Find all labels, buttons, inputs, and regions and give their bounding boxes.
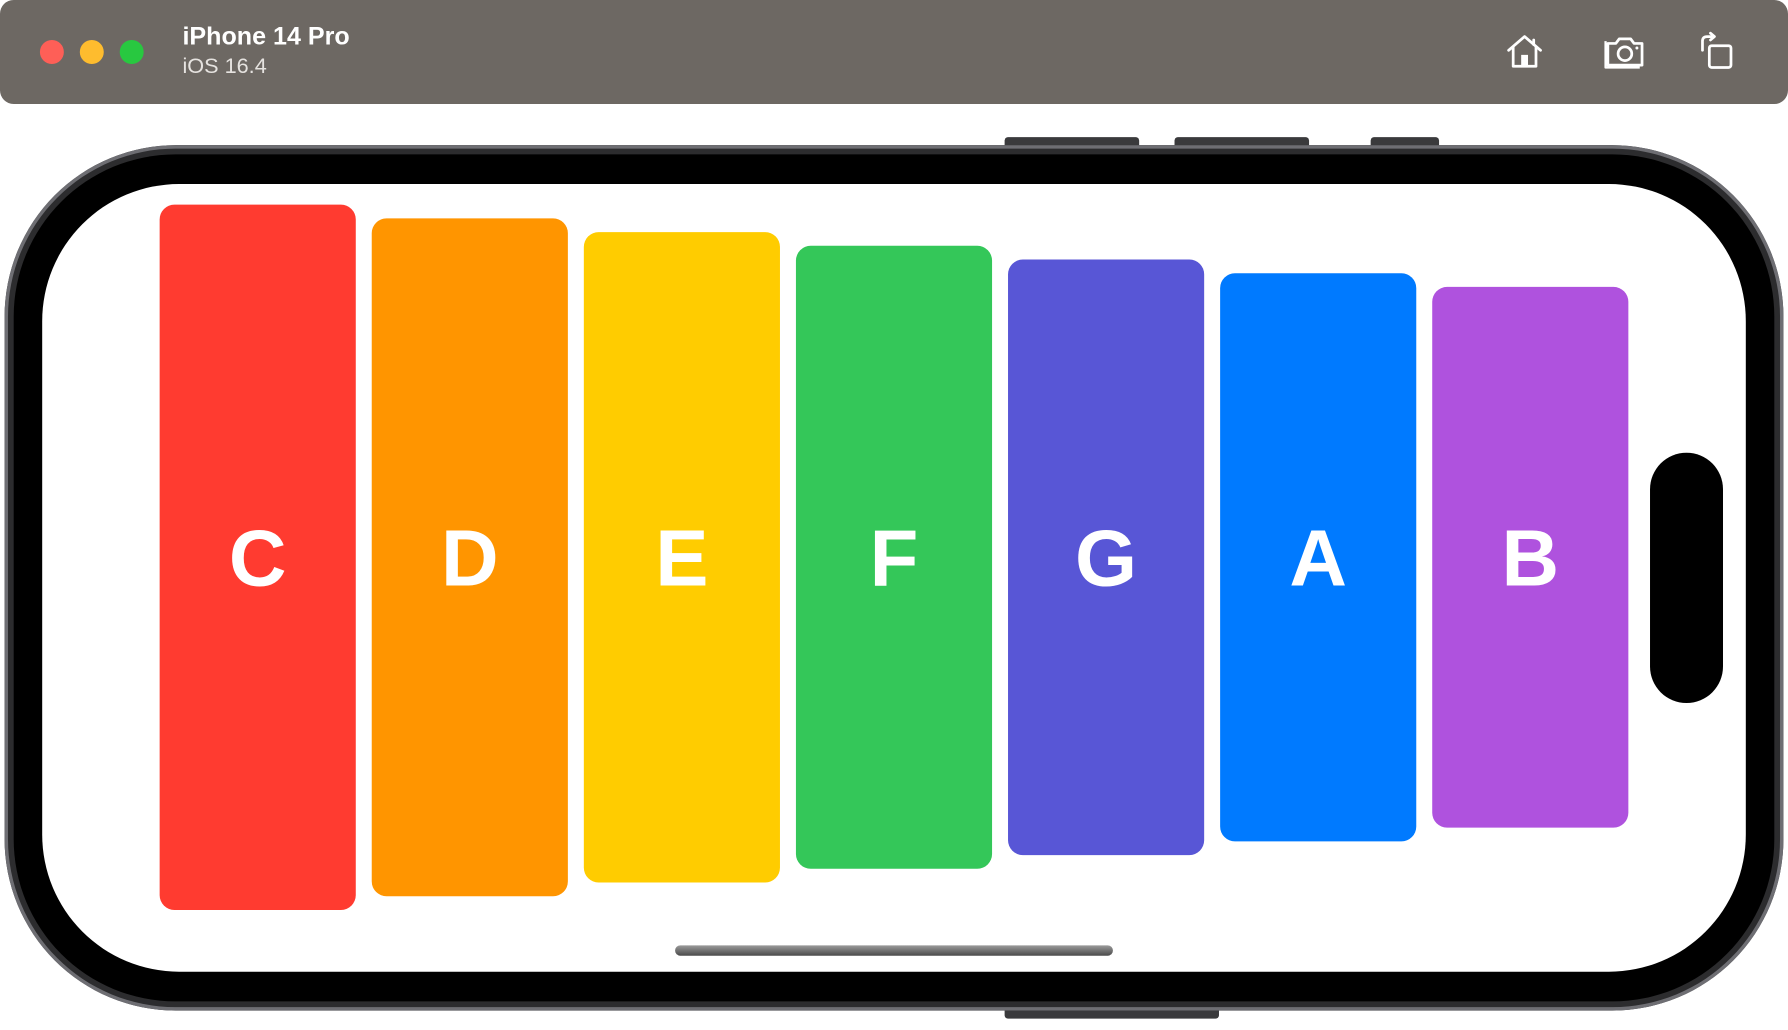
xylophone-key-a[interactable]: A [1220,273,1417,842]
rotate-icon [1701,31,1733,69]
xylophone-key-b[interactable]: B [1432,286,1629,828]
xylophone-key-d[interactable]: D [371,218,568,897]
key-label: C [228,512,287,602]
key-label: A [1289,512,1348,602]
os-version: iOS 16.4 [182,54,267,79]
zoom-window-button[interactable] [119,40,144,65]
xylophone-key-g[interactable]: G [1008,259,1205,856]
dynamic-island [1650,452,1724,704]
key-label: F [869,512,919,602]
key-label: D [440,512,499,602]
xylophone-key-f[interactable]: F [795,245,993,869]
xylophone-key-e[interactable]: E [583,232,780,883]
key-label: G [1075,512,1138,602]
device-name: iPhone 14 Pro [182,21,350,51]
home-icon [1507,35,1542,68]
screenshot-button[interactable] [1601,27,1649,75]
xylophone-key-c[interactable]: C [159,204,356,910]
home-indicator[interactable] [675,945,1113,956]
home-button[interactable] [1501,27,1549,75]
minimize-window-button[interactable] [79,40,104,65]
key-label: B [1501,512,1560,602]
rotate-button[interactable] [1692,27,1740,75]
simulator-window: iPhone 14 Pro iOS 16.4 C D E F G A B [0,0,1788,1030]
screenshot-icon [1604,37,1644,69]
phone-screen: C D E F G A B [42,184,1746,972]
close-window-button[interactable] [39,40,64,65]
key-label: E [655,512,709,602]
title-bar: iPhone 14 Pro iOS 16.4 [0,0,1788,105]
